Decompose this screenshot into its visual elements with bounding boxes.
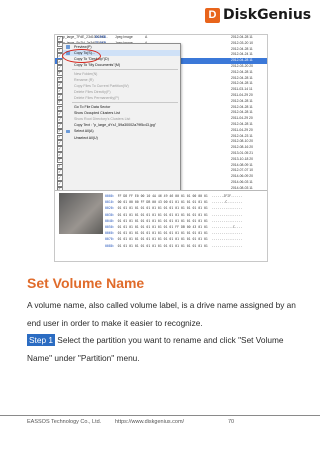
hex-offset: 0030: — [105, 212, 115, 217]
menu-item-label: Unselect All(U) — [74, 135, 98, 140]
footer-rule — [0, 415, 320, 416]
footer-company: EASSOS Technology Co., Ltd. — [27, 419, 102, 425]
hex-ascii: ................ — [211, 212, 243, 217]
page-number: 70 — [228, 419, 235, 425]
footer-url: https://www.diskgenius.com/ — [115, 419, 185, 425]
hex-offset: 0010: — [105, 200, 115, 205]
context-menu: Preview(P) Copy To(S)... Copy To "Desktop"… — [62, 43, 181, 191]
hex-row: 0080: 01 01 01 01 01 01 01 01 01 01 01 01… — [105, 244, 243, 248]
menu-item-label: Copy Files To Current Partition(W) — [74, 84, 129, 89]
menu-item-label: New Folder(N) — [74, 71, 98, 76]
screenshot: p_large_7FdE_23d1000348...84.9KBJpeg Ima… — [54, 34, 268, 262]
step-paragraph: Step 1 Select the partition you want to … — [27, 332, 305, 367]
menu-item-label: Show Root Directory's Clusters List — [74, 117, 131, 122]
menu-item[interactable]: Copy To "My Documents"(M) — [63, 62, 180, 68]
hex-offset: 0060: — [105, 231, 115, 236]
hex-offset: 0040: — [105, 218, 115, 223]
step-text: Select the partition you want to rename … — [27, 335, 284, 363]
hex-offset: 0080: — [105, 243, 115, 248]
hex-ascii: ................ — [211, 231, 243, 236]
hex-panel: 0000: FF D8 FF E0 00 10 4A 46 49 46 00 01… — [55, 190, 267, 261]
preview-icon — [66, 45, 70, 49]
hex-ascii: ................ — [211, 243, 243, 248]
hex-ascii: ................ — [211, 218, 243, 223]
hex-ascii: ......JFIF...... — [211, 194, 243, 198]
hex-offset: 0020: — [105, 206, 115, 211]
brand-name: DiskGenius — [223, 7, 312, 23]
hex-bytes: 01 01 01 01 01 01 01 01 01 01 01 01 01 0… — [117, 237, 208, 242]
hex-ascii: ...........C.... — [211, 225, 243, 229]
hex-row: 0020: 01 01 01 01 01 01 01 01 01 01 01 01… — [105, 206, 243, 210]
menu-item-label: Delete Files Permanently(P) — [74, 96, 119, 101]
image-thumbnail — [59, 193, 103, 234]
step-badge: Step 1 — [27, 334, 55, 346]
hex-row: 0070: 01 01 01 01 01 01 01 01 01 01 01 01… — [105, 237, 243, 241]
menu-item-label: Copy To "My Documents"(M) — [74, 63, 121, 68]
hex-bytes: 01 01 01 01 01 01 01 01 01 01 01 01 01 0… — [117, 206, 208, 211]
menu-item-label: Rename (R) — [74, 78, 94, 83]
hex-bytes: 01 01 01 01 01 01 01 01 01 01 01 01 01 0… — [117, 243, 208, 248]
hex-bytes: 00 01 00 00 FF DB 00 43 00 01 01 01 01 0… — [117, 200, 208, 205]
hex-row: 0010: 00 01 00 00 FF DB 00 43 00 01 01 01… — [105, 200, 243, 204]
hex-bytes: 01 01 01 01 01 01 01 01 01 01 FF DB 00 4… — [117, 225, 208, 229]
hex-row: 0040: 01 01 01 01 01 01 01 01 01 01 01 01… — [105, 219, 243, 223]
menu-item-label: Select All(A) — [74, 129, 94, 134]
hex-row: 0050: 01 01 01 01 01 01 01 01 01 01 FF DB… — [105, 225, 243, 229]
hex-ascii: .......C........ — [211, 200, 243, 205]
menu-item-label: Delete Files Directly(F) — [74, 90, 111, 95]
logo: D DiskGenius — [205, 7, 311, 23]
hex-bytes: 01 01 01 01 01 01 01 01 01 01 01 01 01 0… — [117, 231, 208, 236]
section-heading: Set Volume Name — [27, 275, 145, 291]
hex-row: 0000: FF D8 FF E0 00 10 4A 46 49 46 00 01… — [105, 194, 243, 198]
menu-item: Delete Files Permanently(P) — [63, 95, 180, 101]
hex-offset: 0050: — [105, 225, 115, 229]
hex-offset: 0000: — [105, 194, 115, 198]
menu-item-label: Copy Text : "p_large_dYxJ_59a30002a79f5c… — [74, 123, 157, 128]
menu-item-label: Go To File Data Sector — [74, 105, 111, 110]
menu-item[interactable]: Unselect All(U) — [63, 135, 180, 141]
hex-row: 0060: 01 01 01 01 01 01 01 01 01 01 01 01… — [105, 231, 243, 235]
hex-offset: 0070: — [105, 237, 115, 242]
diskgenius-logo-icon: D — [205, 7, 220, 23]
intro-paragraph: A volume name, also called volume label,… — [27, 300, 296, 328]
hex-ascii: ................ — [211, 237, 243, 242]
hex-bytes: 01 01 01 01 01 01 01 01 01 01 01 01 01 0… — [117, 212, 208, 217]
menu-item-label: Show Occupied Clusters List — [74, 111, 120, 116]
hex-row: 0030: 01 01 01 01 01 01 01 01 01 01 01 01… — [105, 213, 243, 217]
hex-ascii: ................ — [211, 206, 243, 211]
copy-to-highlight-circle — [62, 49, 101, 63]
hex-bytes: FF D8 FF E0 00 10 4A 46 49 46 00 01 01 0… — [117, 194, 208, 198]
select-all-icon — [66, 129, 70, 134]
hex-bytes: 01 01 01 01 01 01 01 01 01 01 01 01 01 0… — [117, 218, 208, 223]
